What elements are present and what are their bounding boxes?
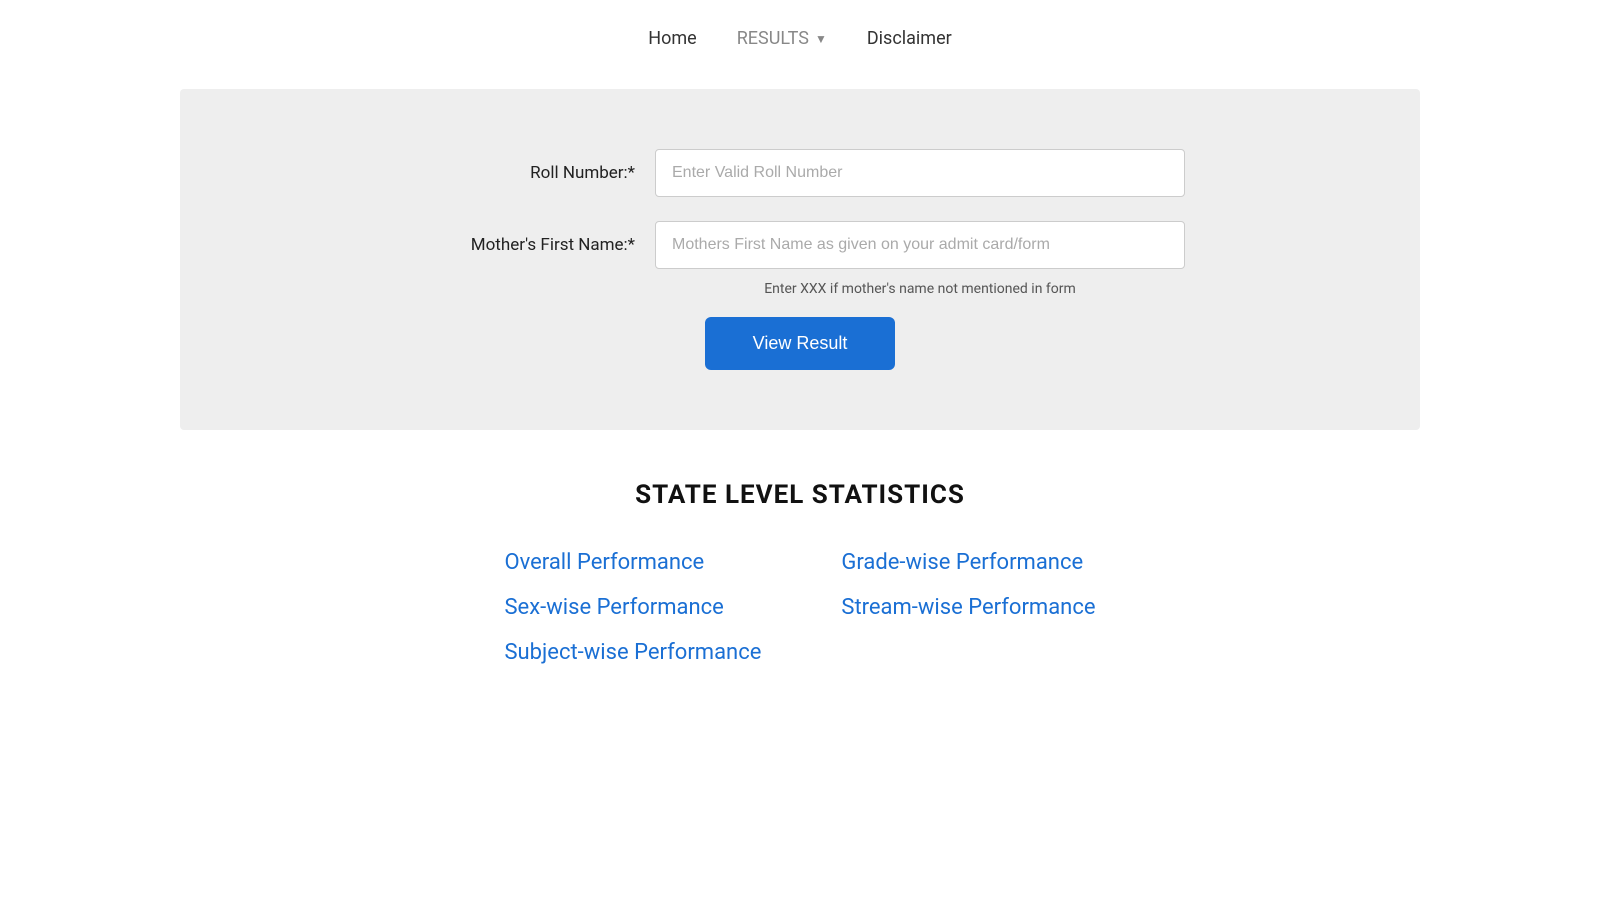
roll-number-row: Roll Number:*: [220, 149, 1380, 197]
stats-right-column: Grade-wise Performance Stream-wise Perfo…: [841, 550, 1095, 665]
nav-home[interactable]: Home: [648, 28, 696, 49]
nav-results-label: RESULTS: [737, 28, 809, 49]
nav-results[interactable]: RESULTS ▼: [737, 28, 827, 49]
roll-number-input[interactable]: [655, 149, 1185, 197]
stats-link-stream-wise-performance[interactable]: Stream-wise Performance: [841, 595, 1095, 620]
statistics-links-container: Overall Performance Sex-wise Performance…: [0, 550, 1600, 665]
nav-disclaimer[interactable]: Disclaimer: [867, 28, 952, 49]
stats-link-grade-wise-performance[interactable]: Grade-wise Performance: [841, 550, 1083, 575]
mothers-name-input[interactable]: [655, 221, 1185, 269]
roll-number-label: Roll Number:*: [415, 163, 635, 183]
chevron-down-icon: ▼: [815, 32, 827, 46]
stats-link-sex-wise-performance[interactable]: Sex-wise Performance: [504, 595, 723, 620]
stats-link-overall-performance[interactable]: Overall Performance: [504, 550, 704, 575]
stats-left-column: Overall Performance Sex-wise Performance…: [504, 550, 761, 665]
view-result-button[interactable]: View Result: [705, 317, 896, 370]
mothers-name-hint: Enter XXX if mother's name not mentioned…: [460, 281, 1380, 297]
result-form-container: Roll Number:* Mother's First Name:* Ente…: [180, 89, 1420, 430]
statistics-title: STATE LEVEL STATISTICS: [0, 480, 1600, 510]
mothers-name-row: Mother's First Name:*: [220, 221, 1380, 269]
statistics-section: STATE LEVEL STATISTICS Overall Performan…: [0, 480, 1600, 665]
main-nav: Home RESULTS ▼ Disclaimer: [0, 0, 1600, 69]
mothers-name-label: Mother's First Name:*: [415, 235, 635, 255]
stats-link-subject-wise-performance[interactable]: Subject-wise Performance: [504, 640, 761, 665]
